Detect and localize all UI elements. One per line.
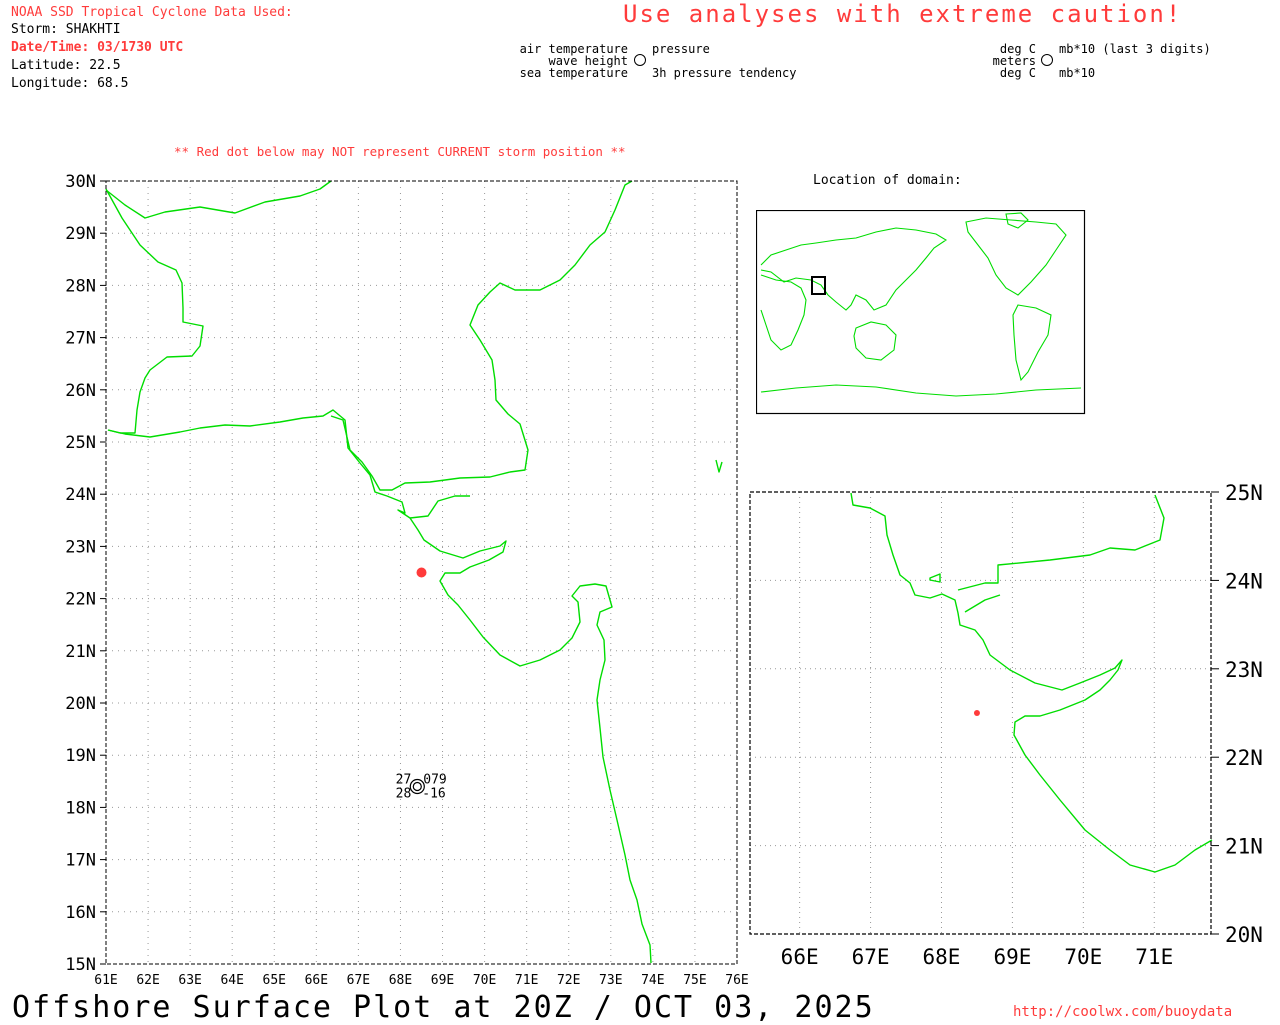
zoom-lat-label: 22N (1225, 746, 1263, 770)
zoom-lat-label: 20N (1225, 923, 1263, 947)
zoom-map: 25N 24N 23N 22N 21N 20N 66E 67E 68E 69E 70E 71E (749, 481, 1263, 969)
zoom-map-lat-labels: 25N 24N 23N 22N 21N 20N (1211, 481, 1263, 947)
zoom-lat-label: 25N (1225, 481, 1263, 505)
zoom-lon-label: 70E (1064, 945, 1102, 969)
zoom-lon-label: 66E (781, 945, 819, 969)
zoom-coastline-border (957, 494, 1165, 591)
zoom-coastline-main (850, 492, 1213, 873)
zoom-lon-label: 68E (923, 945, 961, 969)
source-url-link[interactable]: http://coolwx.com/buoydata (1013, 1004, 1232, 1020)
zoom-storm-position-dot (973, 710, 980, 716)
zoom-lat-label: 24N (1225, 569, 1263, 593)
zoom-lat-label: 21N (1225, 835, 1263, 859)
plot-title: Offshore Surface Plot at 20Z / OCT 03, 2… (12, 990, 875, 1025)
zoom-lon-label: 69E (993, 945, 1031, 969)
zoom-lat-label: 23N (1225, 658, 1263, 682)
zoom-lon-label: 71E (1135, 945, 1173, 969)
zoom-coastline-island (929, 573, 941, 583)
zoom-lon-label: 67E (852, 945, 890, 969)
zoom-map-lon-labels: 66E 67E 68E 69E 70E 71E (781, 945, 1174, 969)
zoom-map-coastline (850, 492, 1213, 873)
zoom-coastline-creek (964, 594, 1001, 613)
